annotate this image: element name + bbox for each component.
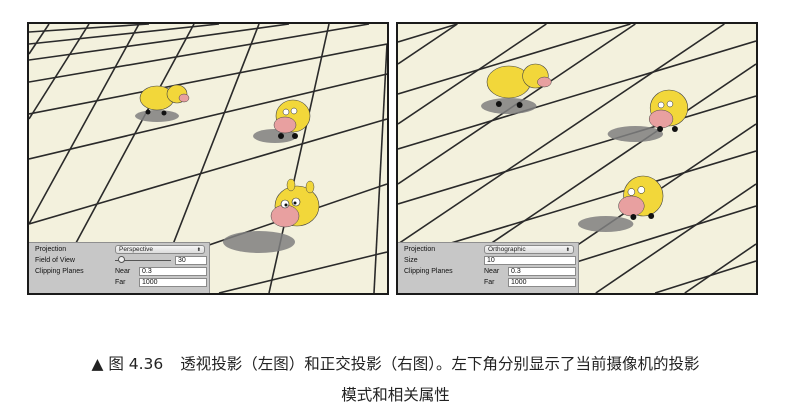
projection-label: Projection: [404, 246, 436, 253]
projection-label: Projection: [35, 246, 67, 253]
far-field[interactable]: 1000: [508, 278, 576, 287]
orthographic-viewport[interactable]: Projection Orthographic ⬍ Size 10 Clippi…: [396, 22, 758, 295]
figure-number: 图 4.36: [108, 355, 164, 373]
projection-dropdown-value: Orthographic: [488, 246, 526, 253]
clipping-label: Clipping Planes: [404, 268, 453, 275]
near-field[interactable]: 0.3: [508, 267, 576, 276]
projection-dropdown-value: Perspective: [119, 246, 153, 253]
near-field[interactable]: 0.3: [139, 267, 207, 276]
caption-text-line1: 透视投影（左图）和正交投影（右图）。左下角分别显示了当前摄像机的投影: [180, 355, 700, 373]
caption-text-line2: 模式和相关属性: [341, 386, 450, 404]
camera-inspector-orthographic: Projection Orthographic ⬍ Size 10 Clippi…: [398, 242, 579, 293]
chevron-updown-icon: ⬍: [196, 247, 201, 253]
far-field[interactable]: 1000: [139, 278, 207, 287]
camera-inspector-perspective: Projection Perspective ⬍ Field of View 3…: [29, 242, 210, 293]
triangle-marker-icon: ▲: [91, 355, 104, 373]
fov-slider-knob[interactable]: [117, 256, 125, 263]
size-field[interactable]: 10: [484, 256, 576, 265]
fov-value-field[interactable]: 30: [175, 256, 207, 265]
chevron-updown-icon: ⬍: [565, 247, 570, 253]
projection-dropdown[interactable]: Perspective ⬍: [115, 245, 205, 254]
figure-caption: ▲ 图 4.36 透视投影（左图）和正交投影（右图）。左下角分别显示了当前摄像机…: [0, 352, 791, 374]
projection-dropdown[interactable]: Orthographic ⬍: [484, 245, 574, 254]
clipping-label: Clipping Planes: [35, 268, 84, 275]
fov-label: Field of View: [35, 257, 75, 264]
size-label: Size: [404, 257, 418, 264]
perspective-viewport[interactable]: Projection Perspective ⬍ Field of View 3…: [27, 22, 389, 295]
